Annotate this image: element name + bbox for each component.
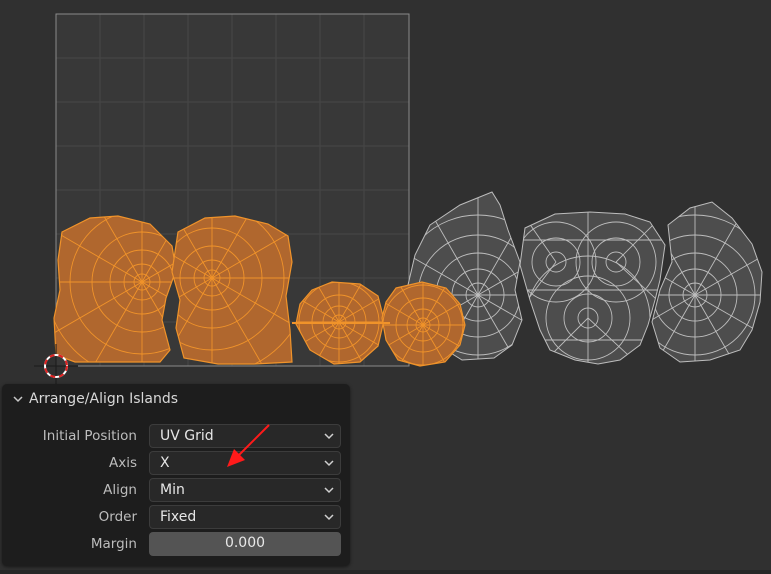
- initial-position-value: UV Grid: [160, 428, 214, 444]
- panel-title: Arrange/Align Islands: [29, 391, 179, 407]
- panel-header[interactable]: Arrange/Align Islands: [2, 384, 350, 414]
- initial-position-label: Initial Position: [42, 428, 137, 444]
- order-value: Fixed: [160, 509, 197, 525]
- align-dropdown[interactable]: Min: [149, 478, 341, 502]
- chevron-down-icon: [324, 433, 334, 440]
- editor-bottom-border: [0, 570, 771, 574]
- margin-field[interactable]: 0.000: [149, 532, 341, 556]
- chevron-down-icon: [324, 514, 334, 521]
- initial-position-dropdown[interactable]: UV Grid: [149, 424, 341, 448]
- axis-dropdown[interactable]: X: [149, 451, 341, 475]
- axis-value: X: [160, 455, 170, 471]
- chevron-down-icon: [324, 460, 334, 467]
- axis-label: Axis: [108, 455, 137, 471]
- order-row: Order Fixed: [2, 505, 350, 529]
- margin-value: 0.000: [224, 535, 266, 551]
- order-label: Order: [98, 509, 137, 525]
- uv-island-unselected-2[interactable]: [516, 210, 670, 380]
- initial-position-row: Initial Position UV Grid: [2, 424, 350, 448]
- axis-row: Axis X: [2, 451, 350, 475]
- align-row: Align Min: [2, 478, 350, 502]
- align-label: Align: [103, 482, 137, 498]
- arrange-align-islands-panel: Arrange/Align Islands Initial Position U…: [2, 384, 350, 566]
- chevron-down-icon[interactable]: [12, 393, 24, 405]
- chevron-down-icon: [324, 487, 334, 494]
- margin-label: Margin: [90, 536, 137, 552]
- margin-row: Margin 0.000: [2, 532, 350, 556]
- align-value: Min: [160, 482, 185, 498]
- order-dropdown[interactable]: Fixed: [149, 505, 341, 529]
